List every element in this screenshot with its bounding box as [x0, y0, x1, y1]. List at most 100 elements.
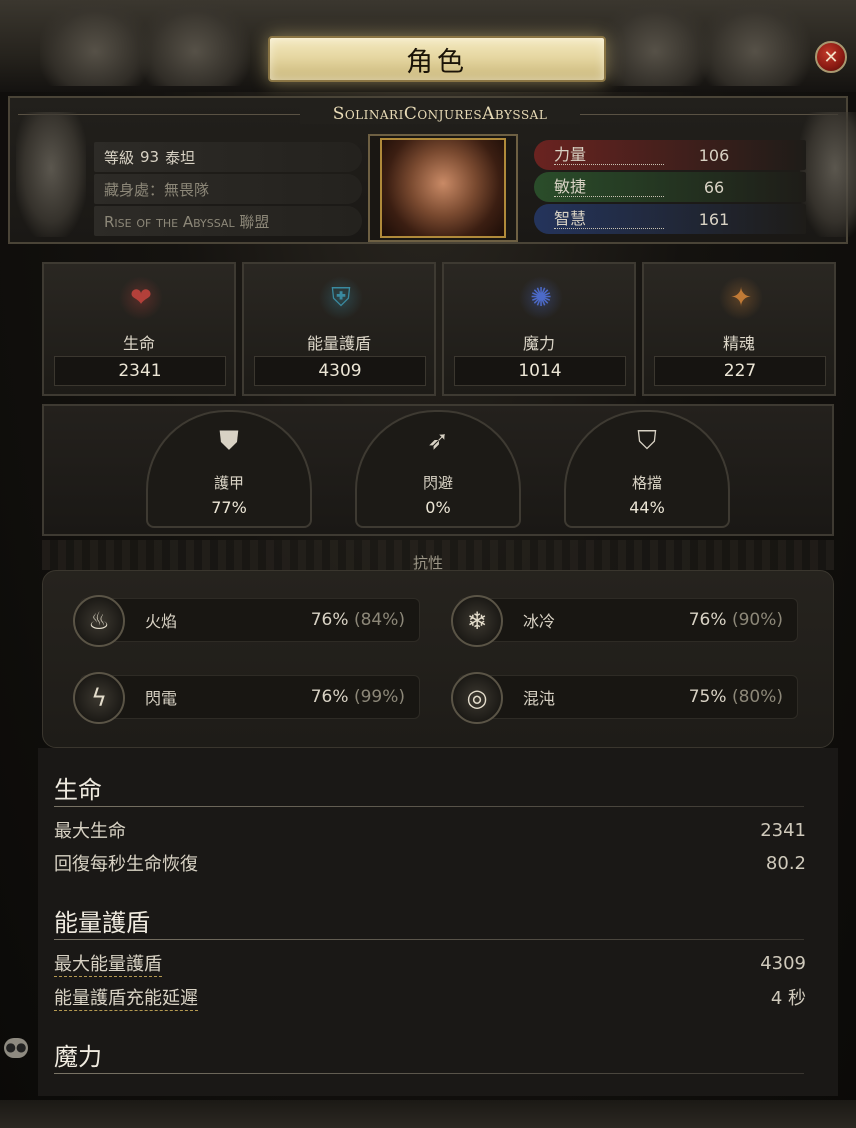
- league-row: Rise of the Abyssal 聯盟: [94, 206, 362, 236]
- section-title: 生命: [54, 776, 102, 804]
- armour-icon: ⛊: [219, 425, 239, 456]
- hideout-row: 藏身處：無畏隊: [94, 174, 362, 204]
- league-text: Rise of the Abyssal 聯盟: [104, 212, 270, 231]
- defense-label: 護甲: [213, 474, 244, 492]
- resistance-label: 閃電: [145, 689, 178, 708]
- stat-card-energy-shield[interactable]: ⛨ 能量護盾 4309: [242, 262, 436, 396]
- character-level-row: 等級 93 泰坦: [94, 142, 362, 172]
- stat-label: 精魂: [722, 334, 755, 353]
- chat-bubble-icon[interactable]: ●●: [4, 1038, 28, 1058]
- defense-label: 格擋: [631, 474, 662, 492]
- stat-row[interactable]: 能量護盾充能延遲 4 秒: [54, 983, 806, 1011]
- defense-value: 44%: [629, 498, 665, 517]
- evasion-icon: ➶: [427, 426, 449, 456]
- resistance-value: 76% (84%): [311, 610, 405, 630]
- character-portrait: [380, 138, 506, 238]
- close-button[interactable]: ✕: [815, 41, 847, 73]
- resistance-cap: (84%): [353, 610, 405, 630]
- section-title: 魔力: [54, 1043, 102, 1071]
- left-statue-decoration: [16, 112, 86, 237]
- stat-label: 生命: [122, 334, 155, 353]
- statue-decoration: [140, 0, 250, 86]
- stat-value: 2341: [54, 356, 226, 386]
- stat-row-label: 回復每秒生命恢復: [54, 854, 198, 875]
- resistance-fire[interactable]: ♨ 火焰 76% (84%): [73, 595, 420, 647]
- level-label: 等級: [104, 148, 135, 167]
- stat-label: 能量護盾: [306, 334, 371, 353]
- chaos-icon: ◎: [451, 672, 503, 724]
- hideout-text: 藏身處：無畏隊: [104, 180, 210, 199]
- defense-value: 0%: [425, 498, 451, 517]
- block-icon: ⛉: [637, 425, 657, 456]
- defense-label: 閃避: [422, 474, 453, 492]
- attribute-strength[interactable]: 力量 106: [534, 140, 806, 170]
- stat-value: 1014: [454, 356, 626, 386]
- stat-row-label: 能量護盾充能延遲: [54, 984, 198, 1011]
- stat-row[interactable]: 最大生命 2341: [54, 816, 806, 844]
- stat-card-mana[interactable]: ✺ 魔力 1014: [442, 262, 636, 396]
- right-statue-decoration: [800, 112, 856, 237]
- resistance-label: 混沌: [523, 689, 556, 708]
- attribute-label: 力量: [554, 145, 664, 165]
- attribute-intelligence[interactable]: 智慧 161: [534, 204, 806, 234]
- heart-icon: ❤: [119, 276, 163, 320]
- stat-row[interactable]: 回復每秒生命恢復 80.2: [54, 849, 806, 877]
- resistance-chaos[interactable]: ◎ 混沌 75% (80%): [451, 672, 798, 724]
- stat-card-spirit[interactable]: ✦ 精魂 227: [642, 262, 836, 396]
- stat-label: 魔力: [522, 334, 555, 353]
- resistance-lightning[interactable]: ϟ 閃電 76% (99%): [73, 672, 420, 724]
- portrait-frame: [368, 134, 518, 242]
- resistance-current: 75%: [688, 687, 727, 707]
- shield-icon: ⛨: [319, 276, 363, 320]
- section-divider: [54, 1073, 804, 1074]
- stat-row-label: 最大能量護盾: [54, 950, 162, 977]
- attribute-value: 106: [698, 145, 730, 165]
- resistance-value: 76% (90%): [689, 610, 783, 630]
- stat-value: 227: [654, 356, 826, 386]
- character-header: SolinariConjuresAbyssal 等級 93 泰坦 藏身處：無畏隊…: [8, 96, 856, 244]
- resistance-cap: (99%): [353, 687, 405, 707]
- class-name: 泰坦: [165, 148, 196, 167]
- window-title: 角色: [406, 46, 468, 78]
- close-icon: ✕: [823, 46, 839, 68]
- stat-list-panel[interactable]: [38, 748, 838, 1096]
- fire-icon: ♨: [73, 595, 125, 647]
- resistance-label: 冰冷: [523, 612, 556, 631]
- resistance-current: 76%: [688, 610, 727, 630]
- character-window: 角色 ✕ SolinariConjuresAbyssal 等級 93 泰坦 藏身…: [0, 0, 856, 1128]
- lightning-icon: ϟ: [73, 672, 125, 724]
- mana-icon: ✺: [519, 276, 563, 320]
- attribute-value: 161: [698, 209, 730, 229]
- defense-evasion[interactable]: ➶ 閃避 0%: [355, 410, 521, 528]
- character-name: SolinariConjuresAbyssal: [300, 104, 580, 124]
- stat-row-value: 4309: [760, 952, 806, 974]
- statue-decoration: [600, 0, 710, 86]
- attribute-label: 智慧: [554, 209, 664, 229]
- spirit-icon: ✦: [719, 276, 763, 320]
- stat-row-value: 4 秒: [770, 988, 806, 1009]
- resistance-cold[interactable]: ❄ 冰冷 76% (90%): [451, 595, 798, 647]
- resistance-cap: (80%): [731, 687, 783, 707]
- attribute-label: 敏捷: [554, 177, 664, 197]
- resistance-value: 75% (80%): [689, 687, 783, 707]
- cold-icon: ❄: [451, 595, 503, 647]
- statue-decoration: [40, 0, 150, 86]
- stat-row[interactable]: 最大能量護盾 4309: [54, 949, 806, 977]
- resistance-label: 火焰: [145, 612, 178, 631]
- resistance-current: 76%: [310, 610, 349, 630]
- window-title-plate: 角色: [268, 36, 606, 82]
- statue-decoration: [700, 0, 810, 86]
- resistance-panel: [42, 570, 834, 748]
- stat-row-label: 最大生命: [54, 821, 126, 842]
- stat-row-value: 2341: [760, 819, 806, 841]
- resistance-current: 76%: [310, 687, 349, 707]
- defense-block[interactable]: ⛉ 格擋 44%: [564, 410, 730, 528]
- defense-armour[interactable]: ⛊ 護甲 77%: [146, 410, 312, 528]
- bottom-ornament: [0, 1100, 856, 1128]
- stat-card-life[interactable]: ❤ 生命 2341: [42, 262, 236, 396]
- section-title: 能量護盾: [54, 909, 150, 937]
- section-divider: [54, 806, 804, 807]
- attribute-dexterity[interactable]: 敏捷 66: [534, 172, 806, 202]
- defense-value: 77%: [211, 498, 247, 517]
- attribute-value: 66: [703, 177, 725, 197]
